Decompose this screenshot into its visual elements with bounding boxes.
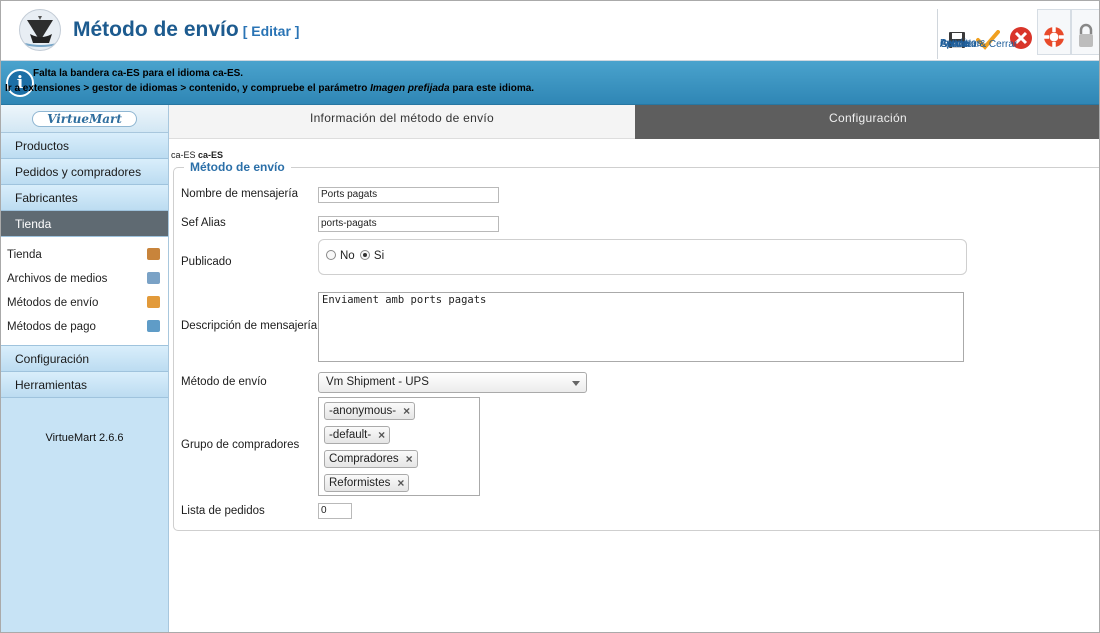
submenu-label: Métodos de envío	[7, 297, 99, 309]
toolbar-separator	[937, 9, 938, 59]
permissions-button[interactable]: Permisos	[940, 9, 1099, 55]
groups-label: Grupo de compradores	[181, 439, 300, 451]
notice-line1: Falta la bandera ca-ES para el idioma ca…	[33, 68, 244, 79]
published-no-label[interactable]: No	[340, 250, 355, 262]
tab-informacion[interactable]: Información del método de envío	[169, 105, 635, 139]
alias-input[interactable]: ports-pagats	[318, 216, 499, 232]
group-chip: -anonymous- ×	[324, 402, 416, 420]
sidebar-item-configuracion[interactable]: Configuración	[1, 346, 168, 372]
group-chip-label: -default-	[329, 429, 372, 441]
edit-mode-label: [ Editar ]	[242, 23, 300, 39]
published-no-radio[interactable]	[326, 250, 336, 260]
notice-line2: Ir a extensiones > gestor de idiomas > c…	[5, 83, 534, 94]
truck-icon	[147, 296, 160, 308]
alias-label: Sef Alias	[181, 217, 226, 229]
submenu-label: Métodos de pago	[7, 321, 96, 333]
toolbar: Guardar & Cerrar Aplicar Cancelar Ayuda …	[933, 9, 1099, 59]
virtuemart-version: VirtueMart 2.6.6	[45, 432, 124, 444]
remove-icon[interactable]: ×	[397, 475, 404, 491]
page-title: Método de envío[ Editar ]	[73, 18, 299, 42]
shipment-fieldset: Método de envío Nombre de mensajería Por…	[173, 160, 1099, 531]
language-code: ca-ES ca-ES	[171, 150, 223, 160]
sidebar: VirtueMart Productos Pedidos y comprador…	[1, 105, 169, 632]
published-radio-group: No Si	[318, 239, 967, 275]
group-chip-label: Reformistes	[329, 477, 391, 489]
published-label: Publicado	[181, 256, 232, 268]
name-input[interactable]: Ports pagats	[318, 187, 499, 203]
app-frame: Método de envío[ Editar ] Guardar & Cerr…	[0, 0, 1100, 633]
submenu-item-pago[interactable]: Métodos de pago	[1, 315, 168, 339]
notice-line2-emphasis: Imagen prefijada	[370, 83, 450, 94]
lock-icon	[1079, 23, 1093, 47]
help-lifebuoy-icon	[1044, 27, 1064, 47]
shop-icon	[147, 248, 160, 260]
sidebar-item-fabricantes[interactable]: Fabricantes	[1, 185, 168, 211]
method-select-value: Vm Shipment - UPS	[326, 376, 429, 388]
order-label: Lista de pedidos	[181, 505, 265, 517]
virtuemart-ship-logo	[19, 9, 61, 51]
submenu-item-tienda[interactable]: Tienda	[1, 243, 168, 267]
remove-icon[interactable]: ×	[403, 403, 410, 419]
remove-icon[interactable]: ×	[378, 427, 385, 443]
group-chip: Reformistes ×	[324, 474, 410, 492]
virtuemart-logo-text: VirtueMart	[32, 110, 137, 127]
submenu-label: Tienda	[7, 249, 42, 261]
order-input[interactable]: 0	[318, 503, 352, 519]
sidebar-item-pedidos[interactable]: Pedidos y compradores	[1, 159, 168, 185]
page-title-text: Método de envío	[73, 18, 239, 41]
description-textarea[interactable]: Enviament amb ports pagats	[318, 292, 964, 362]
virtuemart-logo: VirtueMart	[1, 105, 168, 133]
sidebar-item-productos[interactable]: Productos	[1, 133, 168, 159]
notice-line2-end: para este idioma.	[449, 83, 535, 94]
help-button[interactable]: Ayuda	[940, 9, 1071, 55]
method-select[interactable]: Vm Shipment - UPS	[318, 372, 587, 393]
submenu-label: Archivos de medios	[7, 273, 108, 285]
groups-multiselect[interactable]: -anonymous- × -default- × Compradores × Ref…	[318, 397, 480, 496]
lang-bold: ca-ES	[198, 150, 224, 160]
submenu-item-archivos[interactable]: Archivos de medios	[1, 267, 168, 291]
name-label: Nombre de mensajería	[181, 188, 298, 200]
fieldset-legend: Método de envío	[184, 160, 291, 174]
sidebar-submenu: Tienda Archivos de medios Métodos de env…	[1, 237, 168, 346]
media-icon	[147, 272, 160, 284]
remove-icon[interactable]: ×	[406, 451, 413, 467]
payment-icon	[147, 320, 160, 332]
sidebar-item-tienda[interactable]: Tienda	[1, 211, 168, 237]
permissions-label: Permisos	[940, 38, 982, 49]
sidebar-item-herramientas[interactable]: Herramientas	[1, 372, 168, 398]
group-chip: -default- ×	[324, 426, 391, 444]
main-content: ca-ES ca-ES Método de envío Nombre de me…	[169, 139, 1099, 632]
description-label: Descripción de mensajería	[181, 320, 318, 332]
lang-prefix: ca-ES	[171, 150, 196, 160]
published-yes-radio[interactable]	[359, 250, 370, 260]
chevron-down-icon	[572, 381, 580, 386]
header: Método de envío[ Editar ] Guardar & Cerr…	[1, 1, 1099, 61]
published-yes-label[interactable]: Si	[374, 250, 384, 262]
method-label: Método de envío	[181, 376, 267, 388]
group-chip-label: -anonymous-	[329, 405, 397, 417]
tab-configuracion[interactable]: Configuración	[635, 105, 1099, 139]
tabs: Información del método de envío Configur…	[169, 105, 1099, 139]
language-notice: i Falta la bandera ca-ES para el idioma …	[1, 61, 1099, 105]
group-chip: Compradores ×	[324, 450, 418, 468]
group-chip-label: Compradores	[329, 453, 399, 465]
notice-line2-text: Ir a extensiones > gestor de idiomas > c…	[5, 83, 371, 94]
submenu-item-envio[interactable]: Métodos de envío	[1, 291, 168, 315]
